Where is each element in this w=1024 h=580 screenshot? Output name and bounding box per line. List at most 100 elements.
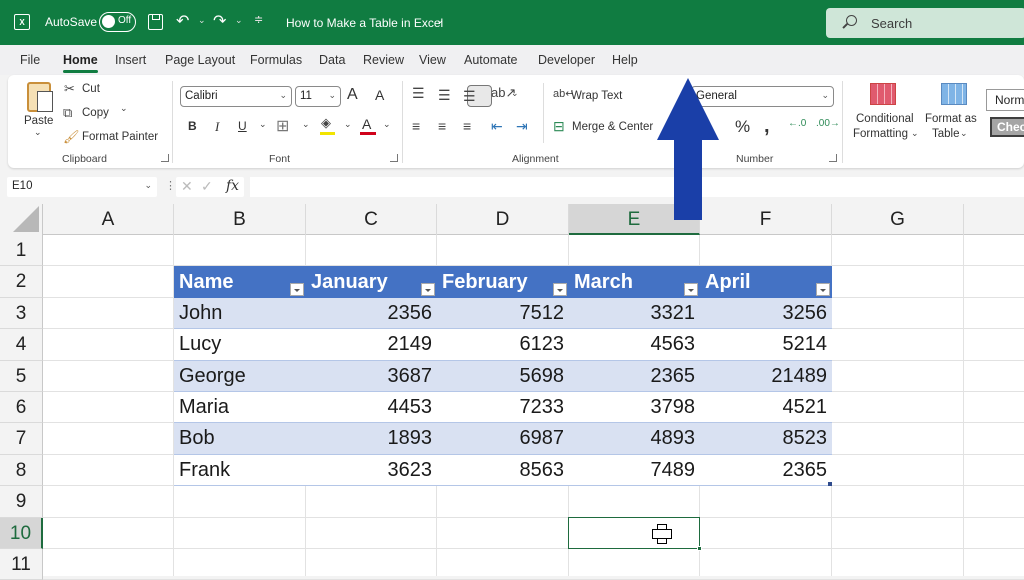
table-cell-value[interactable]: 5214 (700, 329, 832, 360)
table-cell-value[interactable]: 3687 (306, 361, 437, 391)
table-header-february[interactable]: February (437, 266, 569, 298)
format-as-table-label-1[interactable]: Format as (925, 113, 977, 125)
undo-dropdown-icon[interactable]: ⌄ (198, 15, 206, 26)
comma-style-button[interactable]: , (764, 115, 770, 138)
align-right-icon[interactable]: ≡ (463, 118, 471, 134)
tab-developer[interactable]: Developer (538, 53, 595, 67)
align-top-icon[interactable]: ☰ (412, 85, 425, 102)
table-cell-value[interactable]: 2365 (569, 361, 700, 391)
row-header-7[interactable]: 7 (0, 423, 43, 455)
row-header-4[interactable]: 4 (0, 329, 43, 361)
table-cell-value[interactable]: 4893 (569, 423, 700, 454)
table-cell-name[interactable]: George (174, 361, 306, 391)
table-cell-value[interactable]: 4563 (569, 329, 700, 360)
number-launcher-icon[interactable] (829, 154, 837, 162)
bold-button[interactable]: B (188, 119, 197, 133)
fill-color-chevron-down-icon[interactable]: ⌄ (344, 119, 352, 130)
column-header-d[interactable]: D (437, 204, 569, 235)
table-cell-name[interactable]: Frank (174, 455, 306, 485)
row-header-5[interactable]: 5 (0, 361, 43, 392)
enter-icon[interactable]: ✓ (201, 178, 213, 195)
formula-input[interactable] (250, 177, 1024, 197)
table-cell-value[interactable]: 6987 (437, 423, 569, 454)
tab-automate[interactable]: Automate (464, 53, 518, 67)
search-box[interactable]: Search (826, 8, 1024, 38)
selected-cell[interactable] (568, 517, 702, 551)
table-cell-value[interactable]: 3321 (569, 298, 700, 328)
tab-formulas[interactable]: Formulas (250, 53, 302, 67)
cut-button[interactable]: Cut (82, 83, 100, 95)
column-header-b[interactable]: B (174, 204, 306, 235)
table-cell-value[interactable]: 3623 (306, 455, 437, 485)
name-box[interactable]: E10 ⌄ (7, 177, 157, 197)
row-header-9[interactable]: 9 (0, 486, 43, 518)
row-header-1[interactable]: 1 (0, 235, 43, 266)
row-header-6[interactable]: 6 (0, 392, 43, 423)
italic-button[interactable]: I (215, 119, 219, 135)
autosave-toggle[interactable]: Off (99, 12, 136, 32)
table-cell-value[interactable]: 1893 (306, 423, 437, 454)
table-header-april[interactable]: April (700, 266, 832, 298)
font-color-icon[interactable]: A (362, 116, 371, 132)
worksheet-grid[interactable]: ABCDEFGH1234567891011NameJanuaryFebruary… (0, 204, 1024, 580)
tab-page-layout[interactable]: Page Layout (165, 53, 235, 67)
row-header-11[interactable]: 11 (0, 549, 43, 580)
select-all-button[interactable] (0, 204, 43, 235)
column-header-h[interactable]: H (964, 204, 1024, 235)
table-cell-value[interactable]: 4453 (306, 392, 437, 422)
table-cell-value[interactable]: 8563 (437, 455, 569, 485)
borders-icon[interactable]: ⊞ (276, 116, 289, 136)
format-as-table-chevron-down-icon[interactable]: ⌄ (960, 128, 968, 139)
column-header-c[interactable]: C (306, 204, 437, 235)
underline-chevron-down-icon[interactable]: ⌄ (259, 119, 267, 130)
column-header-g[interactable]: G (832, 204, 964, 235)
paste-chevron-down-icon[interactable]: ⌄ (34, 127, 42, 138)
tab-view[interactable]: View (419, 53, 446, 67)
align-center-icon[interactable]: ≡ (438, 118, 446, 134)
customize-qat-icon[interactable]: ≑ (254, 13, 263, 26)
table-cell-name[interactable]: John (174, 298, 306, 328)
table-cell-value[interactable]: 7233 (437, 392, 569, 422)
font-name-dropdown[interactable]: Calibri ⌄ (180, 86, 292, 107)
table-cell-name[interactable]: Maria (174, 392, 306, 422)
table-cell-value[interactable]: 8523 (700, 423, 832, 454)
format-as-table-label-2[interactable]: Table (932, 128, 960, 140)
decrease-indent-icon[interactable]: ⇤ (491, 118, 503, 135)
undo-icon[interactable]: ↶ (176, 11, 189, 31)
row-header-8[interactable]: 8 (0, 455, 43, 486)
fill-color-icon[interactable]: ◈ (321, 115, 331, 131)
table-cell-value[interactable]: 3798 (569, 392, 700, 422)
cell-style-normal[interactable]: Normal (986, 89, 1024, 111)
filter-dropdown-button[interactable] (421, 283, 435, 296)
table-cell-value[interactable]: 3256 (700, 298, 832, 328)
tab-review[interactable]: Review (363, 53, 404, 67)
tab-insert[interactable]: Insert (115, 53, 146, 67)
redo-icon[interactable]: ↷ (213, 11, 226, 31)
table-cell-name[interactable]: Bob (174, 423, 306, 454)
document-title[interactable]: How to Make a Table in Excel (286, 16, 443, 30)
clipboard-launcher-icon[interactable] (161, 154, 169, 162)
borders-chevron-down-icon[interactable]: ⌄ (302, 119, 310, 130)
redo-dropdown-icon[interactable]: ⌄ (235, 15, 243, 26)
table-header-january[interactable]: January (306, 266, 437, 298)
conditional-formatting-label-2[interactable]: Formatting (853, 128, 908, 140)
save-icon[interactable] (148, 14, 163, 30)
conditional-formatting-label-1[interactable]: Conditional (856, 113, 914, 125)
row-header-3[interactable]: 3 (0, 298, 43, 329)
conditional-formatting-chevron-down-icon[interactable]: ⌄ (911, 128, 919, 139)
copy-button[interactable]: Copy (82, 107, 109, 119)
cell-style-check[interactable]: Check (990, 117, 1024, 137)
decrease-decimal-icon[interactable]: .00→ (816, 118, 840, 129)
paste-button[interactable]: Paste (24, 115, 53, 127)
table-cell-value[interactable]: 7512 (437, 298, 569, 328)
filter-dropdown-button[interactable] (684, 283, 698, 296)
insert-function-icon[interactable]: fx (226, 178, 239, 194)
table-cell-value[interactable]: 6123 (437, 329, 569, 360)
tab-help[interactable]: Help (612, 53, 638, 67)
decrease-font-size-button[interactable]: A (375, 87, 384, 103)
tab-home[interactable]: Home (63, 53, 98, 73)
tab-file[interactable]: File (20, 53, 40, 67)
row-header-2[interactable]: 2 (0, 266, 43, 298)
table-cell-value[interactable]: 5698 (437, 361, 569, 391)
filter-dropdown-button[interactable] (553, 283, 567, 296)
